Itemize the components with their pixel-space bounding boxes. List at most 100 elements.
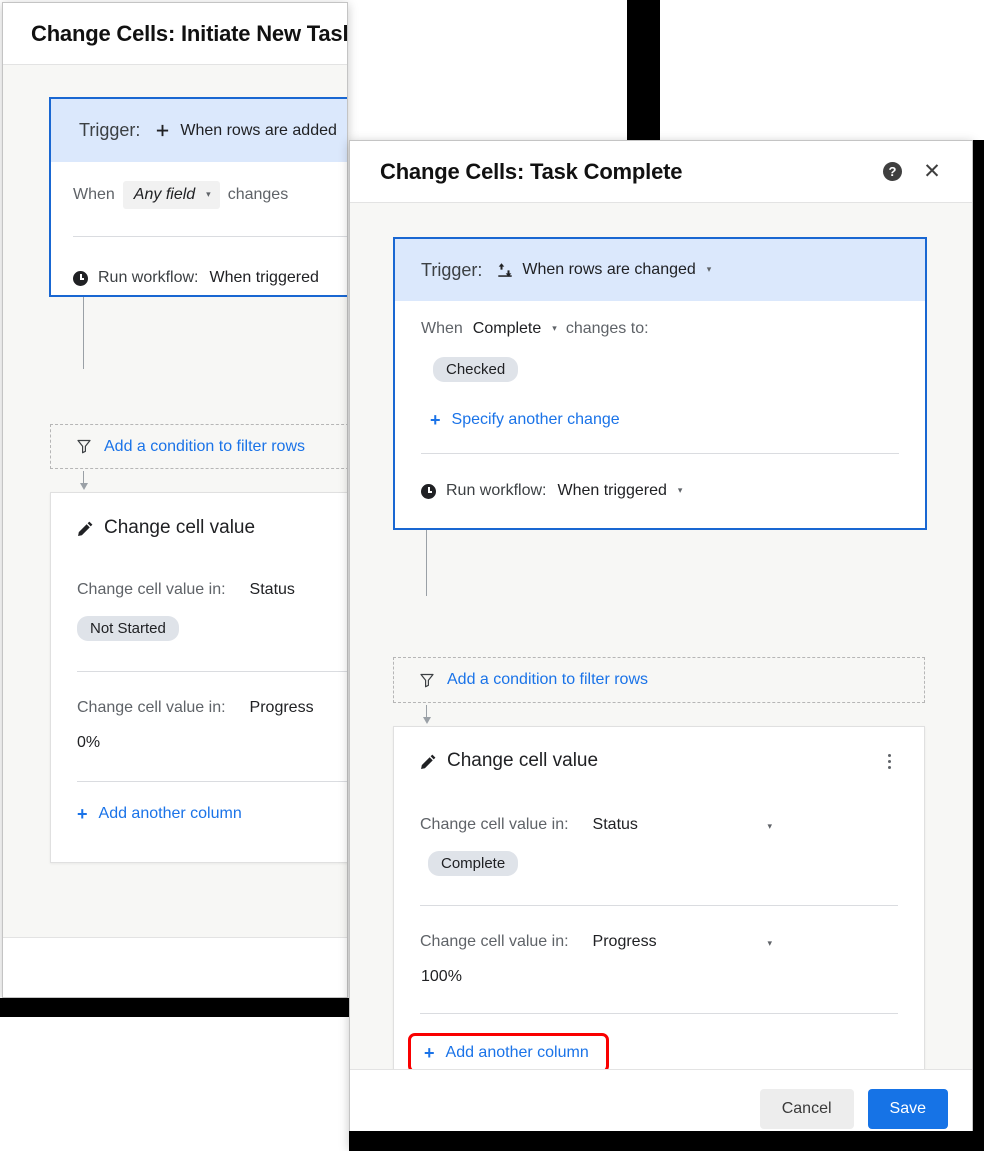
chevron-down-icon[interactable]: ▾ (707, 265, 712, 275)
back-add-condition-label[interactable]: Add a condition to filter rows (104, 438, 305, 456)
back-cc-divider-1 (77, 781, 347, 782)
help-icon[interactable]: ? (883, 162, 902, 181)
front-when-row: When Complete ▾ changes to: (421, 301, 899, 357)
back-when-field-select[interactable]: Any field ▾ (122, 181, 220, 209)
chevron-down-icon[interactable]: ▾ (767, 822, 772, 832)
dialog-task-complete: Change Cells: Task Complete ? ✕ Trigger:… (349, 140, 973, 1148)
front-add-condition-label[interactable]: Add a condition to filter rows (447, 671, 648, 689)
back-when-suffix: changes (227, 186, 289, 203)
front-cc-row-0-header: Change cell value in: Status ▾ (420, 816, 898, 834)
front-specify-another-change-button[interactable]: + Specify another change (430, 411, 899, 429)
clock-icon (421, 483, 436, 499)
chevron-down-icon[interactable]: ▾ (678, 486, 683, 496)
back-trigger-card[interactable]: Trigger: When rows are added ▾ When Any … (49, 97, 347, 297)
back-add-another-column-button[interactable]: + Add another column (77, 805, 347, 823)
front-arrow-down (422, 705, 431, 724)
front-trigger-body: When Complete ▾ changes to: Checked + Sp… (395, 301, 925, 520)
back-cc-row-1-value-wrap: 0% (77, 734, 347, 773)
front-card-title: Change cell value (447, 750, 599, 771)
back-cc-row-0: Change cell value in: Status Not Started (77, 581, 347, 663)
front-trigger-divider (421, 453, 899, 454)
funnel-icon (77, 439, 91, 454)
back-cc-row-0-value[interactable]: Not Started (77, 616, 179, 641)
back-trigger-label: Trigger: (79, 120, 141, 140)
back-dialog-title: Change Cells: Initiate New Task (31, 20, 348, 46)
back-add-another-column-label: Add another column (98, 805, 242, 822)
back-card-title: Change cell value (104, 517, 256, 538)
front-card-title-row: Change cell value (420, 750, 898, 772)
front-when-chip[interactable]: Checked (433, 357, 519, 382)
front-add-condition-strip[interactable]: Add a condition to filter rows (393, 657, 925, 703)
capture-band-right (627, 0, 660, 140)
front-when-field-value: Complete (472, 320, 542, 337)
back-add-condition-strip[interactable]: Add a condition to filter rows (50, 424, 347, 469)
front-cc-row-0-value[interactable]: Complete (428, 851, 519, 876)
front-connector-line (426, 530, 427, 596)
back-run-workflow-value[interactable]: When triggered (209, 269, 318, 287)
front-cc-row-1-column[interactable]: Progress (593, 933, 657, 951)
back-trigger-header[interactable]: Trigger: When rows are added ▾ (51, 99, 347, 162)
more-options-icon[interactable] (880, 753, 898, 769)
front-when-suffix: changes to: (565, 320, 649, 337)
plus-icon: + (430, 410, 441, 430)
back-connector-line (83, 297, 84, 369)
front-add-another-column-button[interactable]: + Add another column (408, 1033, 609, 1069)
back-dialog-footer (3, 937, 347, 997)
pencil-icon (420, 753, 437, 770)
plus-icon (154, 122, 171, 139)
back-card-title-row: Change cell value (77, 517, 347, 539)
front-when-prefix: When (421, 320, 463, 337)
front-cc-divider-1 (420, 1013, 898, 1014)
clock-icon (73, 270, 88, 286)
capture-band-bottom-left (0, 998, 349, 1017)
back-cc-row-1: Change cell value in: Progress 0% (77, 699, 347, 773)
front-run-workflow-row: Run workflow: When triggered ▾ (421, 462, 899, 520)
front-when-field-select[interactable]: Complete ▾ (473, 320, 557, 338)
front-run-workflow-label: Run workflow: (446, 482, 547, 499)
plus-icon: + (424, 1043, 435, 1063)
back-trigger-body: When Any field ▾ changes Run workflow: W… (51, 162, 347, 311)
back-cc-row-1-label: Change cell value in: (77, 699, 226, 716)
chevron-down-icon: ▾ (206, 189, 211, 200)
front-cc-divider-0 (420, 905, 898, 906)
chevron-down-icon: ▾ (552, 323, 557, 334)
capture-band-right-column (973, 140, 984, 1148)
front-cc-row-1-value[interactable]: 100% (421, 968, 462, 985)
front-dialog-body: Trigger: When rows are changed ▾ When Co… (350, 203, 972, 1069)
back-change-cell-value-card[interactable]: Change cell value Change cell value in: … (50, 492, 347, 863)
back-cc-row-0-column[interactable]: Status (250, 581, 295, 599)
cancel-button[interactable]: Cancel (759, 1089, 854, 1129)
front-change-cell-value-card[interactable]: Change cell value Change cell value in: … (393, 726, 925, 1069)
front-add-another-column-label: Add another column (445, 1044, 589, 1061)
back-cc-row-0-header: Change cell value in: Status (77, 581, 347, 599)
front-trigger-card[interactable]: Trigger: When rows are changed ▾ When Co… (393, 237, 927, 530)
close-icon[interactable]: ✕ (922, 161, 942, 182)
funnel-icon (420, 673, 434, 688)
back-cc-divider-0 (77, 671, 347, 672)
front-cc-row-0-label: Change cell value in: (420, 816, 569, 833)
front-cc-row-0: Change cell value in: Status ▾ Complete (420, 816, 898, 897)
capture-band-bottom-right (349, 1131, 984, 1151)
chevron-down-icon[interactable]: ▾ (767, 939, 772, 949)
front-when-chip-wrap: Checked (421, 357, 899, 382)
back-dialog-header: Change Cells: Initiate New Task ? ✕ (3, 3, 347, 65)
front-trigger-header[interactable]: Trigger: When rows are changed ▾ (395, 239, 925, 301)
back-cc-row-0-value-wrap: Not Started (77, 616, 347, 663)
front-run-workflow-value[interactable]: When triggered (557, 482, 666, 500)
back-when-prefix: When (73, 186, 115, 203)
front-cc-row-1: Change cell value in: Progress ▾ 100% (420, 933, 898, 1005)
back-trigger-value: When rows are added (180, 121, 337, 139)
back-cc-row-1-value[interactable]: 0% (77, 734, 100, 751)
back-cc-row-0-label: Change cell value in: (77, 581, 226, 598)
save-button[interactable]: Save (867, 1089, 948, 1129)
back-dialog-body: Trigger: When rows are added ▾ When Any … (3, 65, 347, 937)
front-trigger-value: When rows are changed (522, 261, 696, 278)
front-trigger-label: Trigger: (421, 259, 483, 280)
back-cc-row-1-column[interactable]: Progress (250, 699, 314, 717)
dialog-initiate-new-task: Change Cells: Initiate New Task ? ✕ Trig… (2, 2, 348, 998)
back-cc-row-1-header: Change cell value in: Progress (77, 699, 347, 717)
front-cc-row-0-column[interactable]: Status (593, 816, 638, 834)
front-dialog-header-actions: ? ✕ (883, 161, 942, 182)
rows-changed-icon (496, 262, 513, 279)
back-trigger-divider (73, 236, 347, 237)
